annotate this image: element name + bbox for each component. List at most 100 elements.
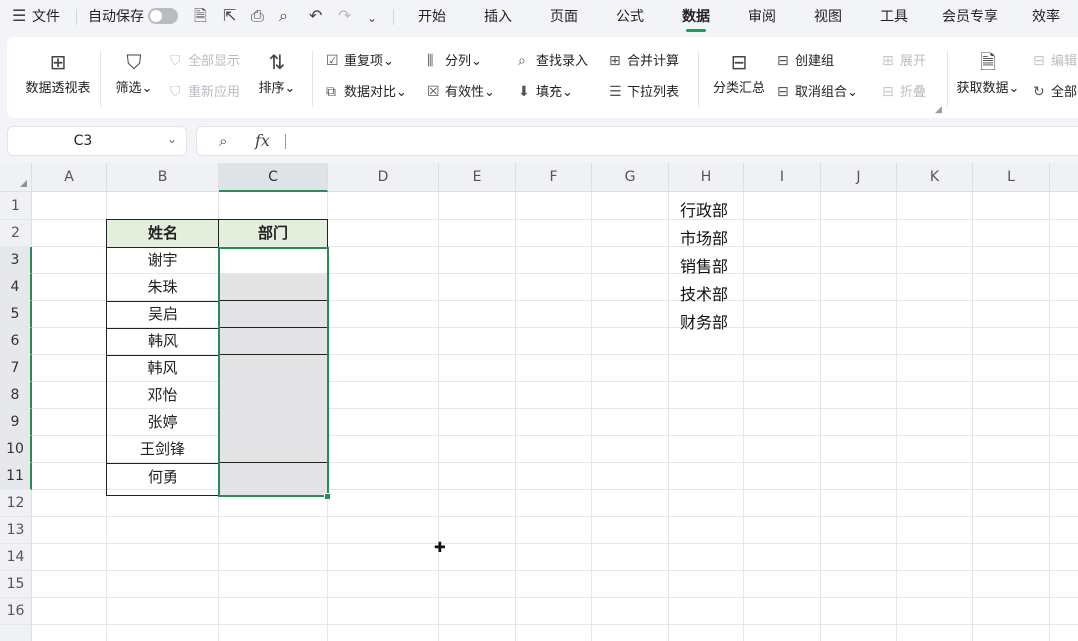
divider <box>947 51 948 107</box>
dept-cell[interactable]: 技术部 <box>680 281 728 305</box>
name-cell[interactable]: 韩风 <box>106 355 219 382</box>
tab-page[interactable]: 页面 <box>550 8 578 26</box>
row-header-13[interactable]: 13 <box>0 517 32 544</box>
gridline <box>668 192 669 641</box>
tab-tools[interactable]: 工具 <box>880 8 908 26</box>
column-header-j[interactable]: J <box>821 163 897 192</box>
pivot-table-button[interactable]: ⊞ 数据透视表 <box>23 49 93 97</box>
group-icon: ⊟ <box>777 53 789 69</box>
fill-button[interactable]: ⬇ 填充⌄ <box>518 84 573 101</box>
select-all-corner[interactable] <box>0 163 32 192</box>
tab-efficiency[interactable]: 效率 <box>1032 8 1060 26</box>
data-compare-button[interactable]: ⧉ 数据对比⌄ <box>326 84 407 101</box>
tab-formula[interactable]: 公式 <box>616 8 644 26</box>
row-header-16[interactable]: 16 <box>0 598 32 625</box>
row-header-3[interactable]: 3 <box>0 247 32 274</box>
name-cell[interactable]: 何勇 <box>106 463 219 496</box>
column-header-g[interactable]: G <box>592 163 669 192</box>
print-preview-icon[interactable]: ⌕ <box>279 7 288 25</box>
create-group-button[interactable]: ⊟ 创建组 <box>777 53 834 70</box>
row-header-9[interactable]: 9 <box>0 409 32 436</box>
name-cell[interactable]: 邓怡 <box>106 382 219 409</box>
row-header-7[interactable]: 7 <box>0 355 32 382</box>
toggle-knob <box>150 10 162 22</box>
row-header-6[interactable]: 6 <box>0 328 32 355</box>
row-header-11[interactable]: 11 <box>0 463 32 490</box>
print-icon[interactable]: ⎙ <box>251 7 264 25</box>
dept-cell[interactable]: 财务部 <box>680 309 728 333</box>
row-header-4[interactable]: 4 <box>0 274 32 301</box>
row-header-1[interactable]: 1 <box>0 192 32 220</box>
tab-home[interactable]: 开始 <box>418 8 446 26</box>
dept-cell[interactable]: 行政部 <box>680 197 728 221</box>
filter-button[interactable]: ⛉ 筛选⌄ <box>111 49 157 97</box>
zoom-icon[interactable]: ⌕ <box>219 132 227 150</box>
row-header-10[interactable]: 10 <box>0 436 32 463</box>
name-cell[interactable]: 张婷 <box>106 409 219 436</box>
tab-data[interactable]: 数据 <box>682 8 710 32</box>
row-header-12[interactable]: 12 <box>0 490 32 517</box>
chevron-down-icon[interactable]: ⌄ <box>167 132 177 146</box>
validity-button[interactable]: ☒ 有效性⌄ <box>427 84 495 101</box>
column-header-h[interactable]: H <box>669 163 744 192</box>
tab-review[interactable]: 审阅 <box>748 8 776 26</box>
gridline <box>32 624 1078 625</box>
chevron-down-icon[interactable]: ⌄ <box>367 9 377 27</box>
name-box[interactable]: C3 ⌄ <box>7 126 187 156</box>
row-header-2[interactable]: 2 <box>0 220 32 247</box>
consolidate-button[interactable]: ⊞ 合并计算 <box>609 53 679 70</box>
undo-icon[interactable]: ↶ <box>309 7 322 25</box>
save-icon[interactable]: 🗎 <box>194 7 207 25</box>
tab-view[interactable]: 视图 <box>814 8 842 26</box>
ungroup-button[interactable]: ⊟ 取消组合⌄ <box>777 84 858 101</box>
tab-member[interactable]: 会员专享 <box>942 8 998 26</box>
get-data-button[interactable]: 🗎 获取数据⌄ <box>955 49 1021 97</box>
column-header-l[interactable]: L <box>973 163 1050 192</box>
column-header-e[interactable]: E <box>439 163 516 192</box>
duplicates-button[interactable]: ☑ 重复项⌄ <box>326 53 394 70</box>
subtotal-button[interactable]: ⊟ 分类汇总 <box>707 49 771 97</box>
refresh-all-button[interactable]: ↻ 全部 <box>1033 84 1077 101</box>
name-cell[interactable]: 王剑锋 <box>106 436 219 463</box>
menu-icon[interactable]: ☰ <box>12 7 26 25</box>
column-header-f[interactable]: F <box>516 163 592 192</box>
spreadsheet-grid[interactable]: A B C D E F G H I J K L 1 2 3 4 5 6 7 8 … <box>0 163 1078 641</box>
header-cell-department[interactable]: 部门 <box>218 219 328 248</box>
collapse-icon: ⊟ <box>882 84 894 100</box>
header-cell-name[interactable]: 姓名 <box>106 219 219 248</box>
row-header-15[interactable]: 15 <box>0 571 32 598</box>
share-icon[interactable]: ⇱ <box>223 7 236 25</box>
column-header-m[interactable] <box>1050 163 1078 192</box>
dialog-launcher-icon[interactable]: ◢ <box>935 105 942 115</box>
name-cell[interactable]: 朱珠 <box>106 274 219 301</box>
column-header-a[interactable]: A <box>32 163 107 192</box>
autosave-toggle[interactable] <box>148 8 178 24</box>
split-column-button[interactable]: ⫼ 分列⌄ <box>427 53 482 70</box>
formula-bar[interactable]: ⌕ fx <box>196 126 1078 156</box>
column-header-c[interactable]: C <box>219 163 328 192</box>
column-header-k[interactable]: K <box>897 163 973 192</box>
lookup-entry-button[interactable]: ⌕ 查找录入 <box>518 53 588 70</box>
row-header-5[interactable]: 5 <box>0 301 32 328</box>
column-header-b[interactable]: B <box>107 163 219 192</box>
dept-cell[interactable]: 市场部 <box>680 225 728 249</box>
lookup-icon: ⌕ <box>518 53 526 69</box>
name-cell[interactable]: 谢宇 <box>106 247 219 274</box>
file-menu[interactable]: 文件 <box>32 8 60 26</box>
row-header-14[interactable]: 14 <box>0 544 32 571</box>
name-cell[interactable]: 吴启 <box>106 301 219 329</box>
row-header-17[interactable] <box>0 625 32 641</box>
tab-insert[interactable]: 插入 <box>484 8 512 26</box>
fill-handle[interactable] <box>324 493 331 500</box>
column-header-i[interactable]: I <box>744 163 821 192</box>
dept-cell[interactable]: 销售部 <box>680 253 728 277</box>
pivot-table-label: 数据透视表 <box>25 81 91 96</box>
name-cell[interactable]: 韩风 <box>106 328 219 356</box>
dropdown-list-button[interactable]: ☰ 下拉列表 <box>609 84 679 101</box>
reapply-button: ⛉ 重新应用 <box>170 84 241 100</box>
column-header-d[interactable]: D <box>328 163 439 192</box>
function-icon[interactable]: fx <box>255 131 270 150</box>
row-header-8[interactable]: 8 <box>0 382 32 409</box>
sort-button[interactable]: ⇅ 排序⌄ <box>254 49 300 97</box>
cross-cursor-icon: ✚ <box>434 540 446 556</box>
